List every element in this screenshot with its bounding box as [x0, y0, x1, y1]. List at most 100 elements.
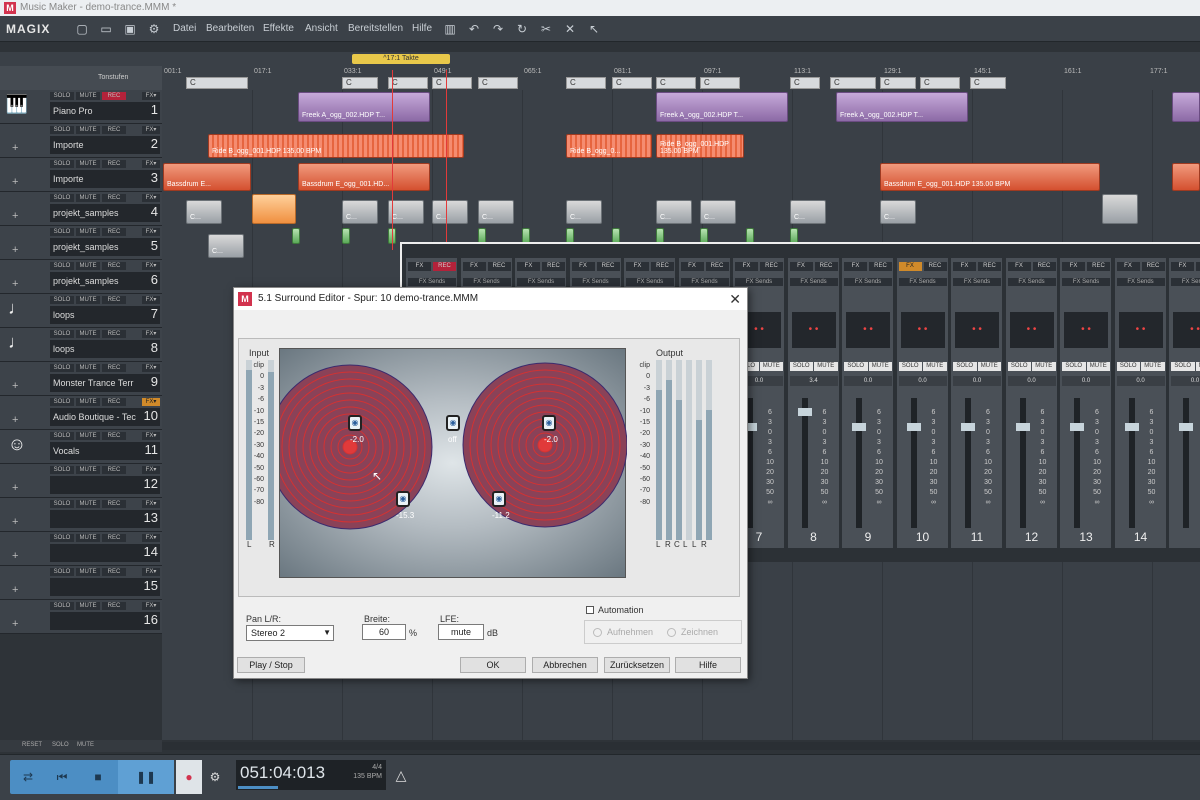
- track-name[interactable]: Piano Pro: [50, 102, 160, 120]
- clip[interactable]: C...: [478, 200, 514, 224]
- fx-sends[interactable]: FX Sends: [789, 278, 838, 286]
- mute-button[interactable]: MUTE: [76, 602, 100, 610]
- cancel-button[interactable]: Abbrechen: [532, 657, 598, 673]
- clip[interactable]: Freek A_ogg_002.HDP T...: [656, 92, 788, 122]
- mute-button[interactable]: MUTE: [76, 194, 100, 202]
- mixer-fx-button[interactable]: FX: [571, 262, 595, 271]
- mixer-mute-button[interactable]: MUTE: [868, 362, 892, 371]
- clip[interactable]: C...: [186, 200, 222, 224]
- track-name[interactable]: loops: [50, 306, 160, 324]
- speaker-front-right-icon[interactable]: ◉: [542, 415, 556, 431]
- mixer-rec-button[interactable]: REC: [433, 262, 456, 271]
- menu-bearbeiten[interactable]: Bearbeiten: [206, 23, 254, 34]
- chord-box[interactable]: C: [432, 77, 472, 89]
- clip[interactable]: Ride B_ogg_001.HDP 135.00 BPM: [208, 134, 464, 158]
- mute-button[interactable]: MUTE: [76, 330, 100, 338]
- volume-value[interactable]: 0.0: [1116, 376, 1165, 386]
- scissors-icon[interactable]: ✂: [538, 21, 554, 37]
- fx-sends[interactable]: FX Sends: [680, 278, 729, 286]
- rec-button[interactable]: REC: [102, 568, 126, 576]
- mixer-solo-button[interactable]: SOLO: [898, 362, 922, 371]
- rec-button[interactable]: REC: [102, 534, 126, 542]
- mixer-mute-button[interactable]: MUTE: [1195, 362, 1200, 371]
- mute-button[interactable]: MUTE: [76, 500, 100, 508]
- mixer-solo-button[interactable]: SOLO: [953, 362, 977, 371]
- volume-value[interactable]: 0.0: [1171, 376, 1200, 386]
- volume-value[interactable]: 0.0: [953, 376, 1001, 386]
- automation-checkbox[interactable]: [586, 606, 594, 614]
- mute-button[interactable]: MUTE: [76, 364, 100, 372]
- mute-button[interactable]: MUTE: [76, 262, 100, 270]
- speaker-center-icon[interactable]: ◉: [446, 415, 460, 431]
- track-7[interactable]: SOLO MUTE REC FX▾ loops 7 ♩: [0, 294, 162, 328]
- mixer-rec-button[interactable]: REC: [923, 262, 947, 271]
- solo-button[interactable]: SOLO: [50, 262, 74, 270]
- fx-sends[interactable]: FX Sends: [1116, 278, 1165, 286]
- new-file-icon[interactable]: ▢: [74, 21, 90, 37]
- ok-button[interactable]: OK: [460, 657, 526, 673]
- chord-box[interactable]: C: [830, 77, 876, 89]
- mixer-mute-button[interactable]: MUTE: [759, 362, 783, 371]
- fx-button[interactable]: FX▾: [142, 160, 160, 168]
- stop-icon[interactable]: ■: [82, 760, 114, 794]
- mixer-fx-button[interactable]: FX: [517, 262, 540, 271]
- clip[interactable]: Freek A_ogg_002.HDP T...: [836, 92, 968, 122]
- volume-value[interactable]: 0.0: [898, 376, 947, 386]
- clip[interactable]: C...: [342, 200, 378, 224]
- clip[interactable]: C...: [790, 200, 826, 224]
- add-icon[interactable]: +: [12, 244, 18, 256]
- mixer-rec-button[interactable]: REC: [651, 262, 674, 271]
- close-icon[interactable]: ✕: [729, 288, 741, 310]
- track-name[interactable]: projekt_samples: [50, 204, 160, 222]
- track-2[interactable]: SOLO MUTE REC FX▾ Importe 2 +: [0, 124, 162, 158]
- mixer-solo-button[interactable]: SOLO: [1062, 362, 1086, 371]
- track-name[interactable]: projekt_samples: [50, 272, 160, 290]
- clip[interactable]: [342, 228, 350, 244]
- clip[interactable]: C...: [880, 200, 916, 224]
- mixer-fx-button[interactable]: FX: [408, 262, 431, 271]
- add-icon[interactable]: +: [12, 278, 18, 290]
- track-16[interactable]: SOLO MUTE REC FX▾ 16 +: [0, 600, 162, 634]
- draw-radio[interactable]: [667, 628, 676, 637]
- settings-icon[interactable]: ⚙: [146, 21, 162, 37]
- speaker-rear-right-icon[interactable]: ◉: [492, 491, 506, 507]
- play-stop-button[interactable]: Play / Stop: [237, 657, 305, 673]
- mixer-fx-button[interactable]: FX: [1116, 262, 1140, 271]
- fx-button[interactable]: FX▾: [142, 466, 160, 474]
- rec-button[interactable]: REC: [102, 330, 126, 338]
- track-name[interactable]: Monster Trance Terr: [50, 374, 160, 392]
- undo-icon[interactable]: ↶: [466, 21, 482, 37]
- chord-box[interactable]: C: [880, 77, 916, 89]
- clip[interactable]: C...: [700, 200, 736, 224]
- solo-button[interactable]: SOLO: [50, 92, 74, 100]
- track-3[interactable]: SOLO MUTE REC FX▾ Importe 3 +: [0, 158, 162, 192]
- mixer-fx-button[interactable]: FX: [953, 262, 976, 271]
- fx-sends[interactable]: FX Sends: [517, 278, 565, 286]
- pan-display[interactable]: • •: [955, 312, 999, 348]
- solo-button[interactable]: SOLO: [50, 160, 74, 168]
- reset-button[interactable]: RESET: [22, 742, 42, 748]
- add-icon[interactable]: +: [12, 550, 18, 562]
- track-15[interactable]: SOLO MUTE REC FX▾ 15 +: [0, 566, 162, 600]
- chord-box[interactable]: C: [566, 77, 606, 89]
- fx-button[interactable]: FX▾: [142, 92, 160, 100]
- solo-button[interactable]: SOLO: [50, 602, 74, 610]
- clip[interactable]: C...: [566, 200, 602, 224]
- chord-box[interactable]: C: [790, 77, 820, 89]
- menu-hilfe[interactable]: Hilfe: [412, 23, 432, 34]
- speaker-rear-left-icon[interactable]: ◉: [396, 491, 410, 507]
- mixer-solo-button[interactable]: SOLO: [844, 362, 868, 371]
- mixer-rec-button[interactable]: REC: [814, 262, 838, 271]
- volume-value[interactable]: 0.0: [1007, 376, 1056, 386]
- add-icon[interactable]: +: [12, 210, 18, 222]
- playhead[interactable]: [446, 70, 447, 250]
- rec-button[interactable]: REC: [102, 296, 126, 304]
- chord-box[interactable]: C: [388, 77, 428, 89]
- solo-button[interactable]: SOLO: [50, 466, 74, 474]
- mute-all-button[interactable]: MUTE: [77, 742, 94, 748]
- add-icon[interactable]: +: [12, 380, 18, 392]
- add-icon[interactable]: +: [12, 414, 18, 426]
- rec-button[interactable]: REC: [102, 500, 126, 508]
- clip[interactable]: C...: [656, 200, 692, 224]
- redo-icon[interactable]: ↷: [490, 21, 506, 37]
